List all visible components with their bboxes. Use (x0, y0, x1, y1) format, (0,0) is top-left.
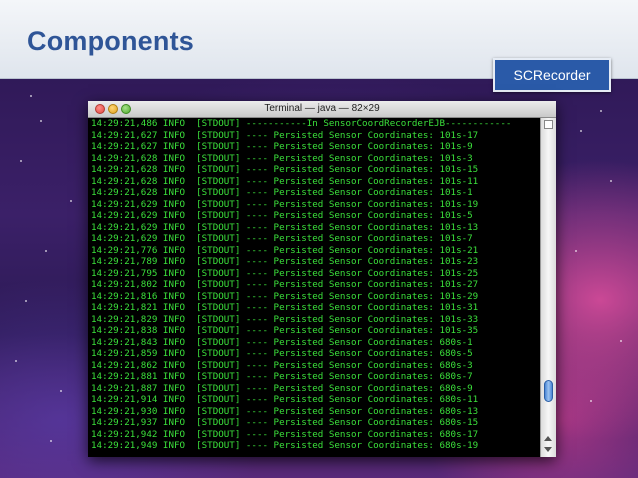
terminal-line: 14:29:21,862 INFO [STDOUT] ---- Persiste… (91, 359, 473, 371)
component-tag-label: SCRecorder (513, 67, 591, 83)
star-dot (25, 300, 27, 302)
star-dot (620, 340, 622, 342)
scroll-grip-icon[interactable] (544, 120, 553, 129)
terminal-line: 14:29:21,816 INFO [STDOUT] ---- Persiste… (91, 290, 479, 302)
terminal-scrollbar[interactable] (540, 118, 556, 457)
star-dot (580, 130, 582, 132)
terminal-line: 14:29:21,776 INFO [STDOUT] ---- Persiste… (91, 244, 479, 256)
terminal-window: Terminal — java — 82×29 14:29:21,486 INF… (88, 101, 556, 457)
terminal-line: 14:29:21,821 INFO [STDOUT] ---- Persiste… (91, 302, 479, 313)
terminal-line: 14:29:21,628 INFO [STDOUT] ---- Persiste… (91, 175, 479, 187)
star-dot (575, 250, 577, 252)
terminal-line: 14:29:21,881 INFO [STDOUT] ---- Persiste… (91, 371, 473, 382)
terminal-line: 14:29:21,629 INFO [STDOUT] ---- Persiste… (91, 221, 479, 233)
terminal-line: 14:29:21,629 INFO [STDOUT] ---- Persiste… (91, 198, 479, 210)
scroll-thumb[interactable] (544, 380, 553, 402)
terminal-line: 14:29:21,838 INFO [STDOUT] ---- Persiste… (91, 325, 479, 336)
star-dot (30, 95, 32, 97)
terminal-titlebar[interactable]: Terminal — java — 82×29 (88, 101, 556, 118)
terminal-line: 14:29:21,627 INFO [STDOUT] ---- Persiste… (91, 129, 479, 141)
terminal-line: 14:29:21,802 INFO [STDOUT] ---- Persiste… (91, 279, 479, 290)
terminal-line: 14:29:21,937 INFO [STDOUT] ---- Persiste… (91, 417, 479, 428)
terminal-line: 14:29:21,628 INFO [STDOUT] ---- Persiste… (91, 187, 473, 198)
star-dot (45, 250, 47, 252)
terminal-line: 14:29:21,843 INFO [STDOUT] ---- Persiste… (91, 336, 473, 348)
star-dot (70, 200, 72, 202)
terminal-line: 14:29:21,629 INFO [STDOUT] ---- Persiste… (91, 233, 473, 244)
terminal-output[interactable]: 14:29:21,486 INFO [STDOUT] -----------In… (88, 118, 540, 457)
terminal-line: 14:29:21,887 INFO [STDOUT] ---- Persiste… (91, 382, 473, 394)
terminal-line: 14:29:21,628 INFO [STDOUT] ---- Persiste… (91, 152, 473, 164)
star-dot (60, 390, 62, 392)
terminal-line: 14:29:21,795 INFO [STDOUT] ---- Persiste… (91, 267, 479, 279)
terminal-line: 14:29:21,627 INFO [STDOUT] ---- Persiste… (91, 141, 473, 152)
terminal-line: 14:29:21,949 INFO [STDOUT] ---- Persiste… (91, 440, 479, 451)
star-dot (15, 360, 17, 362)
star-dot (20, 160, 22, 162)
terminal-line: 14:29:21,628 INFO [STDOUT] ---- Persiste… (91, 164, 479, 175)
slide-title: Components (27, 26, 194, 56)
terminal-line: 14:29:21,629 INFO [STDOUT] ---- Persiste… (91, 210, 473, 221)
terminal-line: 14:29:21,789 INFO [STDOUT] ---- Persiste… (91, 256, 479, 267)
star-dot (610, 180, 612, 182)
terminal-line: 14:29:21,914 INFO [STDOUT] ---- Persiste… (91, 394, 479, 405)
terminal-window-title: Terminal — java — 82×29 (264, 103, 380, 114)
component-tag: SCRecorder (493, 58, 611, 92)
terminal-line: 14:29:21,859 INFO [STDOUT] ---- Persiste… (91, 348, 473, 359)
star-dot (50, 440, 52, 442)
terminal-line: 14:29:21,829 INFO [STDOUT] ---- Persiste… (91, 313, 479, 325)
star-dot (600, 110, 602, 112)
scroll-down-arrow-icon[interactable] (544, 447, 552, 452)
star-dot (590, 400, 592, 402)
terminal-line: 14:29:21,942 INFO [STDOUT] ---- Persiste… (91, 428, 479, 440)
terminal-line: 14:29:21,486 INFO [STDOUT] -----------In… (91, 118, 512, 129)
scroll-up-arrow-icon[interactable] (544, 436, 552, 441)
star-dot (40, 120, 42, 122)
terminal-line: 14:29:21,930 INFO [STDOUT] ---- Persiste… (91, 405, 479, 417)
